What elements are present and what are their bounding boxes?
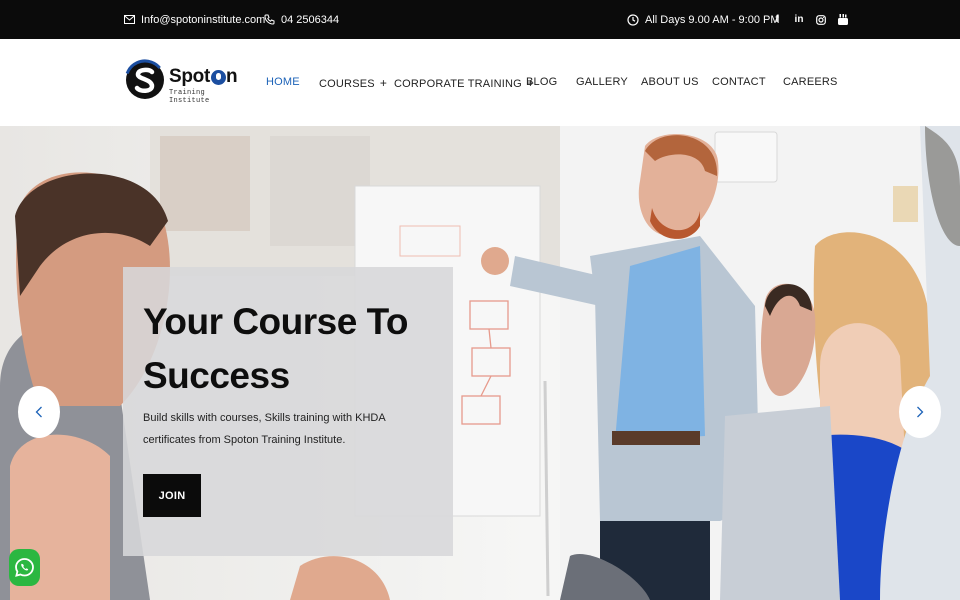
nav-careers-label: CAREERS [783,76,838,88]
hero-title-line1: Your Course To [143,301,409,342]
main-nav: HOME COURSES + CORPORATE TRAINING + BLOG G… [0,39,960,126]
phone-contact[interactable]: 04 2506344 [264,0,339,39]
hero-title: Your Course To Success [143,295,443,403]
slider-next-button[interactable] [899,386,941,438]
linkedin-icon[interactable]: in [793,13,805,27]
chevron-right-icon [917,406,924,418]
hero-slider: Your Course To Success Build skills with… [0,126,960,600]
email-contact[interactable]: Info@spotoninstitute.com [124,0,265,39]
nav-home-label: HOME [266,76,300,88]
hero-subtitle: Build skills with courses, Skills traini… [143,407,443,451]
nav-home[interactable]: HOME [266,76,300,88]
whatsapp-button[interactable] [9,549,40,586]
whatsapp-icon [15,558,34,577]
join-button[interactable]: JOIN [143,474,201,517]
phone-icon [264,14,275,25]
nav-courses[interactable]: COURSES + [319,76,387,90]
nav-blog-label: BLOG [526,76,558,88]
top-bar: Info@spotoninstitute.com 04 2506344 All … [0,0,960,39]
nav-about-us[interactable]: ABOUT US [641,76,699,88]
opening-hours: All Days 9.00 AM - 9:00 PM [627,0,780,39]
instagram-icon[interactable] [815,13,827,27]
submenu-plus-icon[interactable]: + [380,76,387,90]
hero-title-line2: Success [143,355,290,396]
nav-gallery-label: GALLERY [576,76,628,88]
nav-gallery[interactable]: GALLERY [576,76,628,88]
nav-courses-label: COURSES [319,78,375,90]
hero-content-card: Your Course To Success Build skills with… [123,267,453,556]
nav-corporate-training[interactable]: CORPORATE TRAINING + [394,76,534,90]
clock-icon [627,13,639,26]
site-header: Spot n Training Institute HOME COURSES + C… [0,39,960,126]
facebook-icon[interactable]: f [771,13,783,27]
email-text: Info@spotoninstitute.com [141,13,266,26]
nav-corporate-training-label: CORPORATE TRAINING [394,78,522,90]
slider-prev-button[interactable] [18,386,60,438]
hero-subtitle-line1: Build skills with courses, Skills traini… [143,412,386,424]
nav-careers[interactable]: CAREERS [783,76,838,88]
nav-blog[interactable]: BLOG [526,76,557,88]
nav-about-us-label: ABOUT US [641,76,699,88]
hours-text: All Days 9.00 AM - 9:00 PM [645,13,780,26]
youtube-icon[interactable] [837,13,849,27]
hero-subtitle-line2: certificates from Spoton Training Instit… [143,434,346,446]
phone-text: 04 2506344 [281,13,340,26]
envelope-icon [124,15,135,24]
nav-contact[interactable]: CONTACT [712,76,766,88]
chevron-left-icon [35,406,42,418]
nav-contact-label: CONTACT [712,76,766,88]
social-links: f in [771,0,849,39]
